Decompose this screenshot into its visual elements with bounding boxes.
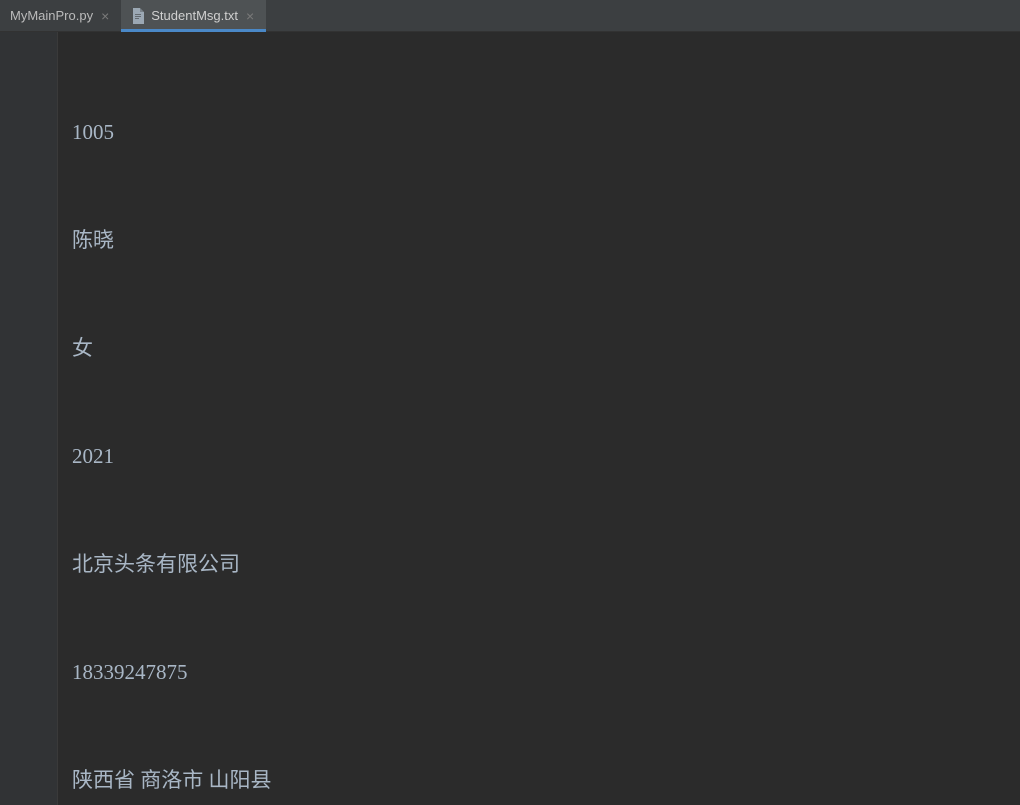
text-line: 陕西省 商洛市 山阳县 <box>72 762 1020 798</box>
text-line: 北京头条有限公司 <box>72 546 1020 582</box>
tab-label: MyMainPro.py <box>10 8 93 23</box>
editor-area: 1005 陈晓 女 2021 北京头条有限公司 18339247875 陕西省 … <box>0 32 1020 805</box>
close-icon[interactable]: × <box>244 9 256 23</box>
tab-label: StudentMsg.txt <box>151 8 238 23</box>
gutter <box>0 32 58 805</box>
editor-content[interactable]: 1005 陈晓 女 2021 北京头条有限公司 18339247875 陕西省 … <box>58 32 1020 805</box>
text-line: 1005 <box>72 114 1020 150</box>
close-icon[interactable]: × <box>99 9 111 23</box>
text-line: 陈晓 <box>72 222 1020 258</box>
tab-mymainpro[interactable]: MyMainPro.py × <box>0 0 121 31</box>
text-line: 18339247875 <box>72 654 1020 690</box>
text-file-icon <box>131 8 145 24</box>
tab-bar: MyMainPro.py × StudentMsg.txt × <box>0 0 1020 32</box>
text-line: 2021 <box>72 438 1020 474</box>
tab-studentmsg[interactable]: StudentMsg.txt × <box>121 0 266 31</box>
text-line: 女 <box>72 330 1020 366</box>
